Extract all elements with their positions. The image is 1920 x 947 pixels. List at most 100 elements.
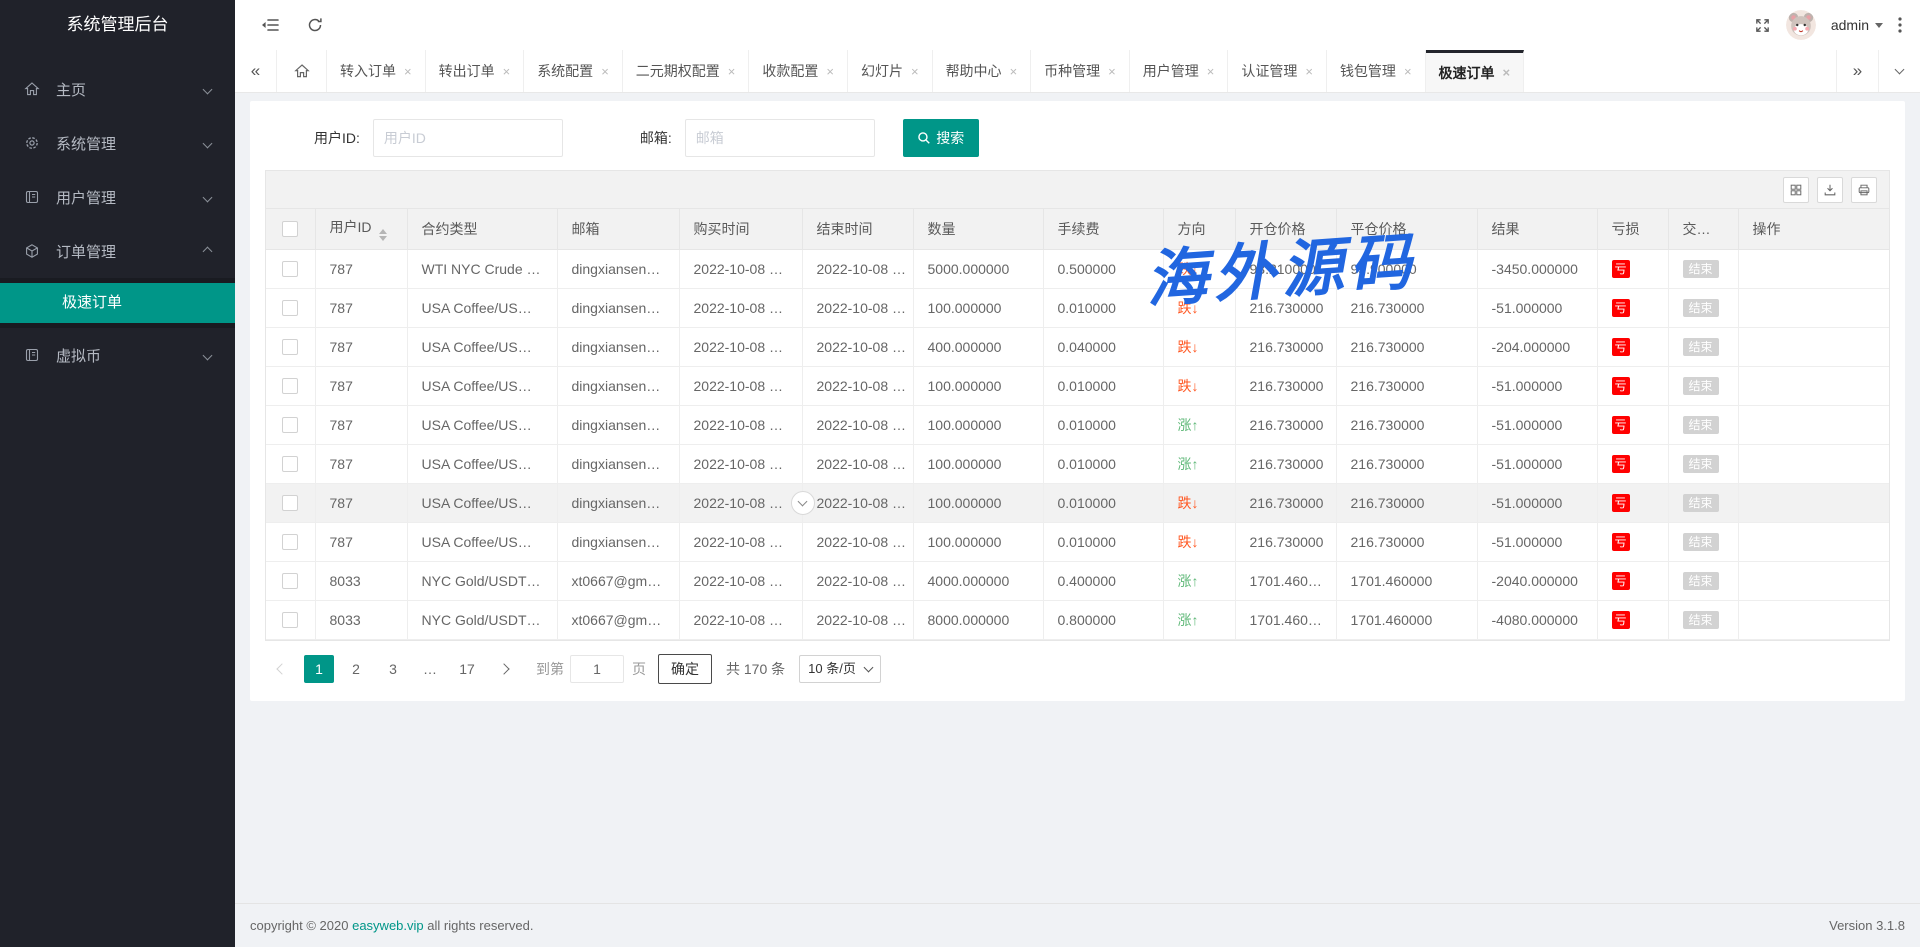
fee-cell: 0.400000 bbox=[1043, 561, 1163, 600]
sidebar-item-极速订单[interactable]: 极速订单 bbox=[0, 283, 235, 323]
tabbar-spacer bbox=[1524, 50, 1836, 92]
tab-scroll-left-icon[interactable]: « bbox=[235, 50, 277, 92]
select-all-checkbox[interactable] bbox=[282, 221, 298, 237]
table-body: 787WTI NYC Crude …dingxiansen…2022-10-08… bbox=[266, 249, 1889, 639]
result-cell: -51.000000 bbox=[1477, 366, 1597, 405]
page-button-3[interactable]: 3 bbox=[378, 655, 408, 683]
fullscreen-icon[interactable] bbox=[1754, 17, 1771, 34]
tab-list: 转入订单×转出订单×系统配置×二元期权配置×收款配置×幻灯片×帮助中心×币种管理… bbox=[327, 50, 1524, 92]
tab-钱包管理[interactable]: 钱包管理× bbox=[1327, 50, 1426, 92]
avatar[interactable] bbox=[1786, 10, 1816, 40]
page-size-select[interactable]: 10 条/页 bbox=[799, 655, 881, 683]
end-time-cell: 2022-10-08 … bbox=[802, 444, 913, 483]
close-icon[interactable]: × bbox=[1503, 66, 1511, 79]
copyright: copyright © 2020 easyweb.vip all rights … bbox=[250, 918, 533, 933]
status-badge: 结束 bbox=[1683, 338, 1719, 356]
goto-page-input[interactable] bbox=[570, 655, 624, 683]
table-row: 787USA Coffee/US…dingxiansen…2022-10-08 … bbox=[266, 366, 1889, 405]
column-label: 交… bbox=[1683, 221, 1711, 237]
tab-label: 转出订单 bbox=[439, 61, 495, 81]
tab-收款配置[interactable]: 收款配置× bbox=[749, 50, 848, 92]
column-header-结果: 结果 bbox=[1477, 209, 1597, 249]
tab-scroll-right-icon[interactable]: » bbox=[1836, 50, 1878, 92]
close-icon[interactable]: × bbox=[911, 65, 919, 78]
sidebar-item-系统管理[interactable]: 系统管理 bbox=[0, 116, 235, 170]
tab-币种管理[interactable]: 币种管理× bbox=[1031, 50, 1130, 92]
user-menu[interactable]: admin bbox=[1831, 17, 1883, 33]
close-icon[interactable]: × bbox=[728, 65, 736, 78]
row-checkbox[interactable] bbox=[282, 456, 298, 472]
next-page-button[interactable] bbox=[489, 655, 519, 683]
sidebar-item-主页[interactable]: 主页 bbox=[0, 62, 235, 116]
column-label: 购买时间 bbox=[694, 221, 750, 237]
copyright-link[interactable]: easyweb.vip bbox=[352, 918, 424, 933]
row-checkbox[interactable] bbox=[282, 534, 298, 550]
close-icon[interactable]: × bbox=[503, 65, 511, 78]
actions-cell bbox=[1738, 483, 1889, 522]
close-icon[interactable]: × bbox=[1108, 65, 1116, 78]
sidebar-item-虚拟币[interactable]: 虚拟币 bbox=[0, 328, 235, 382]
status-cell: 结束 bbox=[1668, 561, 1738, 600]
row-checkbox[interactable] bbox=[282, 495, 298, 511]
contract-type-cell: WTI NYC Crude … bbox=[407, 249, 557, 288]
row-select-cell bbox=[266, 600, 315, 639]
row-checkbox[interactable] bbox=[282, 573, 298, 589]
user-id-cell: 787 bbox=[315, 249, 407, 288]
row-checkbox[interactable] bbox=[282, 261, 298, 277]
export-button[interactable] bbox=[1817, 177, 1843, 203]
tab-帮助中心[interactable]: 帮助中心× bbox=[933, 50, 1032, 92]
tab-用户管理[interactable]: 用户管理× bbox=[1130, 50, 1229, 92]
sort-icon[interactable] bbox=[379, 229, 387, 241]
column-header-邮箱: 邮箱 bbox=[557, 209, 679, 249]
footer: copyright © 2020 easyweb.vip all rights … bbox=[235, 903, 1920, 947]
loss-badge: 亏 bbox=[1612, 416, 1630, 434]
refresh-icon[interactable] bbox=[307, 17, 323, 33]
search-button[interactable]: 搜索 bbox=[903, 119, 979, 157]
row-checkbox[interactable] bbox=[282, 417, 298, 433]
fee-cell: 0.010000 bbox=[1043, 288, 1163, 327]
sidebar-item-用户管理[interactable]: 用户管理 bbox=[0, 170, 235, 224]
tab-转入订单[interactable]: 转入订单× bbox=[327, 50, 426, 92]
tab-转出订单[interactable]: 转出订单 × bbox=[426, 50, 525, 92]
print-icon bbox=[1857, 183, 1871, 197]
close-icon[interactable]: × bbox=[404, 65, 412, 78]
row-checkbox[interactable] bbox=[282, 339, 298, 355]
status-cell: 结束 bbox=[1668, 444, 1738, 483]
tab-极速订单[interactable]: 极速订单× bbox=[1426, 50, 1525, 92]
page-button-2[interactable]: 2 bbox=[341, 655, 371, 683]
expand-row-button[interactable] bbox=[791, 491, 815, 515]
close-icon[interactable]: × bbox=[1010, 65, 1018, 78]
confirm-page-button[interactable]: 确定 bbox=[658, 654, 712, 684]
prev-page-button[interactable] bbox=[267, 655, 297, 683]
row-checkbox[interactable] bbox=[282, 300, 298, 316]
row-checkbox[interactable] bbox=[282, 612, 298, 628]
close-icon[interactable]: × bbox=[1305, 65, 1313, 78]
amount-cell: 400.000000 bbox=[913, 327, 1043, 366]
close-icon[interactable]: × bbox=[601, 65, 609, 78]
collapse-sidebar-icon[interactable] bbox=[261, 18, 279, 32]
tab-operations-icon[interactable] bbox=[1878, 50, 1920, 92]
email-input[interactable] bbox=[685, 119, 875, 157]
close-icon[interactable]: × bbox=[1207, 65, 1215, 78]
home-tab[interactable] bbox=[277, 50, 327, 92]
close-icon[interactable]: × bbox=[1404, 65, 1412, 78]
actions-cell bbox=[1738, 444, 1889, 483]
tab-认证管理[interactable]: 认证管理× bbox=[1228, 50, 1327, 92]
result-cell: -4080.000000 bbox=[1477, 600, 1597, 639]
columns-filter-button[interactable] bbox=[1783, 177, 1809, 203]
more-dots-icon[interactable] bbox=[1898, 17, 1902, 33]
page-button-17[interactable]: 17 bbox=[452, 655, 482, 683]
print-button[interactable] bbox=[1851, 177, 1877, 203]
user-id-input[interactable] bbox=[373, 119, 563, 157]
sidebar-item-订单管理[interactable]: 订单管理 bbox=[0, 224, 235, 278]
column-header-用户ID[interactable]: 用户ID bbox=[315, 209, 407, 249]
row-checkbox[interactable] bbox=[282, 378, 298, 394]
table-row: 8033NYC Gold/USDT…xt0667@gm…2022-10-08 …… bbox=[266, 561, 1889, 600]
tab-二元期权配置[interactable]: 二元期权配置× bbox=[623, 50, 750, 92]
status-cell: 结束 bbox=[1668, 288, 1738, 327]
actions-cell bbox=[1738, 288, 1889, 327]
page-button-1[interactable]: 1 bbox=[304, 655, 334, 683]
tab-系统配置[interactable]: 系统配置× bbox=[524, 50, 623, 92]
tab-幻灯片[interactable]: 幻灯片× bbox=[848, 50, 933, 92]
close-icon[interactable]: × bbox=[826, 65, 834, 78]
